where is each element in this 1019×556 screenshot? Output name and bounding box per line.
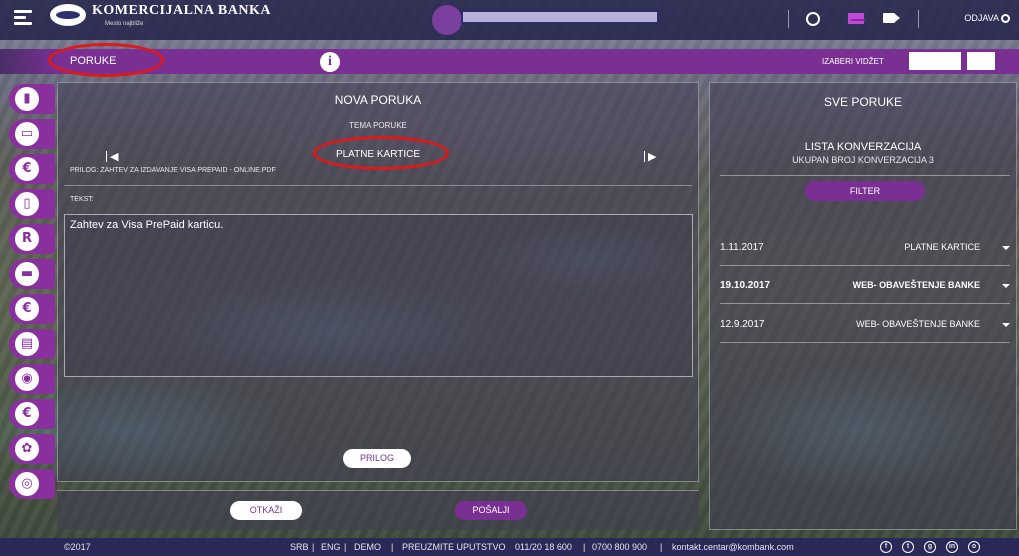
conversation-date: 1.11.2017 bbox=[720, 242, 764, 253]
sidebar-item-currency[interactable]: € bbox=[9, 399, 55, 429]
sidebar-item-accounts[interactable]: ▭ bbox=[9, 119, 55, 149]
new-message-title: NOVA PORUKA bbox=[334, 93, 422, 107]
sidebar-item-other[interactable]: ◎ bbox=[9, 469, 55, 499]
message-text: Zahtev za Visa PrePaid karticu. bbox=[70, 219, 224, 231]
annotation-oval-section bbox=[48, 43, 164, 77]
conversation-row[interactable]: 12.9.2017 WEB- OBAVEŠTENJE BANKE bbox=[720, 315, 1010, 335]
widget-selector-1[interactable] bbox=[909, 52, 961, 70]
top-bar: KOMERCIJALNA BANKA Mesto najbliže ODJAVA bbox=[0, 0, 1019, 40]
divider bbox=[720, 265, 1010, 266]
divider bbox=[720, 342, 1010, 343]
user-name-bar bbox=[461, 10, 659, 24]
info-icon[interactable]: i bbox=[320, 52, 340, 72]
conversation-date: 12.9.2017 bbox=[720, 319, 765, 330]
divider bbox=[720, 303, 1010, 304]
chart-icon: ▮ bbox=[15, 87, 39, 111]
mail-icon[interactable] bbox=[848, 13, 866, 24]
footer-sep: | bbox=[391, 542, 394, 552]
widget-selector-2[interactable] bbox=[967, 52, 995, 70]
bank-logo[interactable]: KOMERCIJALNA BANKA bbox=[50, 4, 271, 26]
conversation-count: UKUPAN BROJ KONVERZACIJA 3 bbox=[792, 155, 934, 165]
footer-sep: | bbox=[344, 542, 347, 552]
divider bbox=[720, 175, 1010, 176]
chevron-down-icon[interactable] bbox=[1002, 323, 1010, 327]
divider bbox=[64, 185, 692, 186]
conversation-row[interactable]: 19.10.2017 WEB- OBAVEŠTENJE BANKE bbox=[720, 276, 1010, 296]
copyright: ©2017 bbox=[64, 542, 91, 552]
instagram-icon[interactable]: o bbox=[968, 541, 980, 553]
all-messages-panel: SVE PORUKE LISTA KONVERZACIJA UKUPAN BRO… bbox=[709, 82, 1017, 530]
phone-1: 011/20 18 600 bbox=[515, 542, 572, 552]
sidebar-item-dashboard[interactable]: ▮ bbox=[9, 84, 55, 114]
topic-next-arrow[interactable]: ▶ bbox=[643, 150, 656, 163]
bank-tagline: Mesto najbliže bbox=[105, 21, 144, 27]
card-icon: ▭ bbox=[15, 122, 39, 146]
conversation-topic: WEB- OBAVEŠTENJE BANKE bbox=[856, 319, 980, 329]
user-avatar[interactable] bbox=[432, 5, 462, 35]
sidebar-item-exchange[interactable]: R bbox=[9, 224, 55, 254]
topic-label: TEMA PORUKE bbox=[349, 121, 407, 130]
footer: ©2017 SRB | ENG | DEMO | PREUZMITE UPUTS… bbox=[0, 538, 1019, 556]
sidebar-item-locations[interactable]: ◉ bbox=[9, 364, 55, 394]
footer-sep: | bbox=[583, 542, 586, 552]
cancel-button[interactable]: OTKAŽI bbox=[230, 501, 302, 520]
sidebar-item-cards[interactable]: ▯ bbox=[9, 189, 55, 219]
loan-icon: ▬ bbox=[15, 262, 39, 286]
sidebar-item-savings[interactable]: ▤ bbox=[9, 329, 55, 359]
message-text-area[interactable]: Zahtev za Visa PrePaid karticu. bbox=[64, 214, 693, 377]
gear-icon: ✿ bbox=[15, 437, 39, 461]
conversation-date: 19.10.2017 bbox=[720, 280, 771, 291]
chevron-down-icon[interactable] bbox=[1002, 246, 1010, 250]
currency-icon: € bbox=[15, 402, 39, 426]
logout-button[interactable]: ODJAVA bbox=[964, 13, 1010, 23]
google-plus-icon[interactable]: g bbox=[924, 541, 936, 553]
power-icon bbox=[1001, 13, 1010, 23]
footer-sep: | bbox=[660, 542, 663, 552]
action-bar: OTKAŽI POŠALJI bbox=[57, 490, 699, 530]
location-pin-icon: ◉ bbox=[15, 367, 39, 391]
send-button[interactable]: POŠALJI bbox=[455, 501, 527, 520]
target-icon: ◎ bbox=[15, 472, 39, 496]
linkedin-icon[interactable]: in bbox=[946, 541, 958, 553]
euro-icon: € bbox=[15, 297, 39, 321]
sidebar-item-payments[interactable]: € bbox=[9, 154, 55, 184]
hamburger-menu-icon[interactable] bbox=[14, 10, 32, 25]
conversation-row[interactable]: 1.11.2017 PLATNE KARTICE bbox=[720, 238, 1010, 258]
filter-button[interactable]: FILTER bbox=[805, 181, 925, 201]
whatsapp-icon[interactable] bbox=[806, 12, 820, 26]
conversation-topic: WEB- OBAVEŠTENJE BANKE bbox=[852, 280, 980, 290]
facebook-icon[interactable]: f bbox=[880, 541, 892, 553]
annotation-oval-topic bbox=[313, 136, 449, 170]
demo-link[interactable]: DEMO bbox=[354, 542, 381, 552]
sidebar-item-loans[interactable]: ▬ bbox=[9, 259, 55, 289]
conversation-topic: PLATNE KARTICE bbox=[904, 242, 980, 252]
attachment-line[interactable]: PRILOG: ZAHTEV ZA IZDAVANJE VISA PREPAID… bbox=[70, 167, 276, 174]
top-divider bbox=[788, 10, 789, 28]
video-call-icon[interactable] bbox=[883, 13, 895, 23]
chevron-down-icon[interactable] bbox=[1002, 284, 1010, 288]
cards-icon: ▯ bbox=[15, 192, 39, 216]
download-guide-link[interactable]: PREUZMITE UPUTSTVO bbox=[402, 542, 506, 552]
phone-2: 0700 800 900 bbox=[592, 542, 648, 552]
bank-name: KOMERCIJALNA BANKA bbox=[92, 3, 271, 18]
attach-button[interactable]: PRILOG bbox=[343, 449, 411, 468]
twitter-icon[interactable]: t bbox=[902, 541, 914, 553]
sidebar-item-settings[interactable]: ✿ bbox=[9, 434, 55, 464]
payment-icon: € bbox=[15, 157, 39, 181]
exchange-icon: R bbox=[15, 227, 39, 251]
top-divider bbox=[918, 10, 919, 28]
text-label: TEKST: bbox=[70, 196, 94, 203]
savings-icon: ▤ bbox=[15, 332, 39, 356]
all-messages-title: SVE PORUKE bbox=[823, 95, 903, 109]
choose-widget-label: IZABERI VIDŽET bbox=[822, 57, 884, 66]
lang-eng-link[interactable]: ENG bbox=[321, 542, 341, 552]
sidebar: ▮ ▭ € ▯ R ▬ € ▤ ◉ € ✿ ◎ bbox=[0, 74, 58, 530]
bank-logo-mark bbox=[50, 4, 86, 26]
footer-sep: | bbox=[312, 542, 315, 552]
logout-label: ODJAVA bbox=[964, 13, 999, 23]
contact-email-link[interactable]: kontakt.centar@kombank.com bbox=[672, 542, 794, 552]
lang-srb-link[interactable]: SRB bbox=[290, 542, 309, 552]
sidebar-item-euro[interactable]: € bbox=[9, 294, 55, 324]
conversation-list-title: LISTA KONVERZACIJA bbox=[804, 141, 922, 153]
